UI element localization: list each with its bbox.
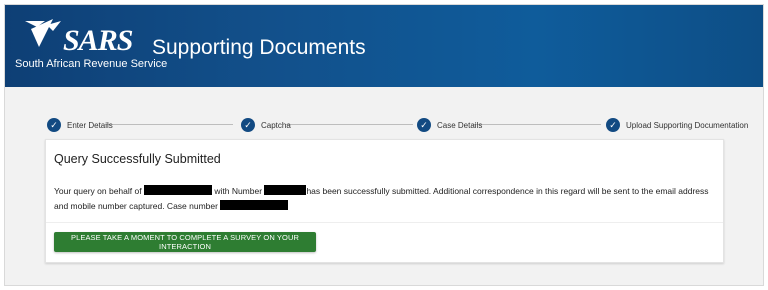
redacted-case-number xyxy=(220,200,289,210)
card-divider xyxy=(46,222,723,223)
step-enter-details: ✓ Enter Details xyxy=(47,113,113,137)
result-message: Your query on behalf of with Number has … xyxy=(54,184,714,214)
logo-text: SARS xyxy=(63,24,133,57)
organisation-name: South African Revenue Service xyxy=(15,58,168,70)
result-title: Query Successfully Submitted xyxy=(54,152,221,166)
message-text: with Number xyxy=(214,186,263,196)
sars-logo: SARS xyxy=(23,17,143,57)
check-icon: ✓ xyxy=(417,118,431,132)
result-card: Query Successfully Submitted Your query … xyxy=(45,139,724,263)
redacted-taxpayer-name xyxy=(143,185,212,195)
step-captcha: ✓ Captcha xyxy=(241,113,291,137)
page-title: Supporting Documents xyxy=(152,36,366,59)
survey-button[interactable]: PLEASE TAKE A MOMENT TO COMPLETE A SURVE… xyxy=(54,232,316,252)
redacted-reference-number xyxy=(264,185,307,195)
check-icon: ✓ xyxy=(606,118,620,132)
step-case-details: ✓ Case Details xyxy=(417,113,482,137)
step-connector xyxy=(473,124,601,125)
step-connector xyxy=(285,124,413,125)
message-text: Your query on behalf of xyxy=(54,186,142,196)
step-connector xyxy=(105,124,233,125)
page-frame: SARS South African Revenue Service Suppo… xyxy=(4,4,764,286)
step-label: Upload Supporting Documentation xyxy=(626,120,749,130)
header-banner: SARS South African Revenue Service Suppo… xyxy=(5,5,763,87)
step-label: Captcha xyxy=(261,120,291,130)
sars-logo-mark-icon xyxy=(25,19,61,47)
step-label: Enter Details xyxy=(67,120,113,130)
check-icon: ✓ xyxy=(47,118,61,132)
step-upload-supporting-documentation: ✓ Upload Supporting Documentation xyxy=(606,113,748,137)
check-icon: ✓ xyxy=(241,118,255,132)
progress-stepper: ✓ Enter Details ✓ Captcha ✓ Case Details… xyxy=(47,113,748,137)
step-label: Case Details xyxy=(437,120,483,130)
